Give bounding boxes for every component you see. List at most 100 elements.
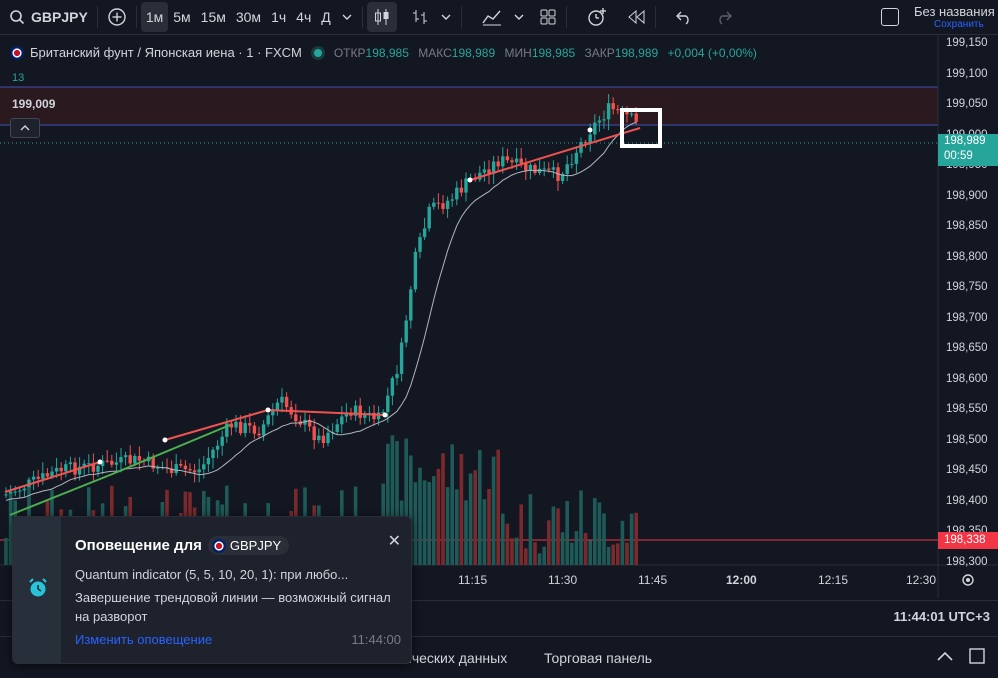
- candles-chart-type-button[interactable]: [366, 2, 397, 32]
- volume-bar: [4, 537, 8, 565]
- candle-body: [266, 415, 270, 425]
- volume-bar: [606, 546, 611, 565]
- fullscreen-panel-button[interactable]: [968, 647, 986, 668]
- timeframe-1m[interactable]: 1м: [140, 2, 169, 32]
- candle-body: [524, 163, 528, 171]
- volume-bar: [570, 542, 574, 565]
- volume-bar: [574, 531, 579, 565]
- layouts-button[interactable]: [534, 2, 562, 32]
- candle-body: [50, 471, 54, 477]
- price-label: 198,700: [946, 311, 988, 324]
- candle-body: [179, 464, 183, 466]
- compare-button[interactable]: [102, 2, 132, 32]
- candle-body: [386, 395, 390, 413]
- timeframe-1d[interactable]: Д: [316, 2, 335, 32]
- gbpjpy-flag-icon: [211, 538, 226, 553]
- candle-body: [114, 462, 119, 465]
- timeframe-5m[interactable]: 5м: [168, 2, 195, 32]
- candle-body: [413, 251, 418, 290]
- timeframe-4h[interactable]: 4ч: [291, 2, 316, 32]
- candle-body: [496, 161, 500, 167]
- candle-body: [450, 199, 454, 201]
- undo-button[interactable]: [670, 2, 698, 32]
- chart-settings-button[interactable]: [960, 572, 976, 593]
- volume-bar: [551, 506, 556, 565]
- layout-name: Без названия: [914, 4, 995, 19]
- volume-bar: [459, 454, 464, 565]
- candle-body: [105, 460, 109, 462]
- candle-body: [192, 470, 197, 473]
- expand-panel-button[interactable]: [936, 649, 954, 665]
- candle-body: [514, 158, 519, 163]
- volume-bar: [528, 494, 533, 565]
- tab-trading-panel[interactable]: Торговая панель: [544, 650, 652, 666]
- volume-bar: [588, 540, 592, 565]
- collapse-legend-button[interactable]: [10, 118, 40, 138]
- candle-body: [197, 469, 201, 473]
- layout-name-block[interactable]: Без названия Сохранить: [914, 4, 998, 30]
- close-icon[interactable]: ✕: [388, 531, 401, 551]
- notification-time: 11:44:00: [351, 632, 401, 647]
- candle-body: [54, 467, 59, 472]
- alert-notification[interactable]: Оповещение для GBPJPY ✕ Quantum indicato…: [12, 516, 412, 664]
- candle-body: [87, 463, 91, 465]
- timeframe-1h[interactable]: 1ч: [266, 2, 291, 32]
- volume-bar: [510, 538, 514, 565]
- indicators-dropdown[interactable]: [508, 2, 530, 32]
- search-icon: [10, 10, 25, 25]
- timeframe-dropdown[interactable]: [336, 2, 358, 32]
- pivot-point: [587, 127, 593, 133]
- candle-body: [294, 414, 298, 422]
- notification-title-text: Оповещение для: [75, 537, 202, 554]
- rewind-icon: [627, 9, 645, 25]
- time-label: 12:15: [818, 573, 849, 587]
- candle-body: [31, 476, 36, 480]
- volume-bar: [620, 520, 625, 565]
- tab-historical-data[interactable]: ических данных: [404, 650, 507, 666]
- candle-body: [583, 141, 588, 143]
- moving-average-line: [5, 121, 637, 501]
- symbol-chip[interactable]: GBPJPY: [207, 536, 290, 555]
- pivot-point: [97, 459, 103, 465]
- chevron-up-icon: [937, 651, 953, 661]
- timeframe-15m[interactable]: 15м: [196, 2, 231, 32]
- bar-chart-type-button[interactable]: [405, 2, 435, 32]
- replay-button[interactable]: [621, 2, 651, 32]
- candle-body: [533, 164, 537, 173]
- volume-bar: [436, 468, 441, 565]
- timeframe-30m[interactable]: 30м: [231, 2, 266, 32]
- candle-body: [312, 426, 316, 441]
- candle-body: [128, 455, 132, 464]
- edit-alert-link[interactable]: Изменить оповещение: [75, 632, 212, 647]
- candle-body: [123, 455, 128, 458]
- price-scale[interactable]: 199,150199,100199,050199,000198,950198,9…: [938, 35, 998, 575]
- pivot-point: [265, 407, 271, 413]
- candle-body: [611, 103, 615, 110]
- candle-body: [73, 462, 77, 475]
- candle-body: [119, 457, 123, 463]
- pivot-point: [382, 412, 388, 418]
- alarm-clock-icon: [29, 578, 47, 597]
- time-label: 11:45: [638, 573, 668, 587]
- indicators-button[interactable]: [476, 2, 508, 32]
- alert-price-tag: 198,338: [938, 532, 998, 549]
- layout-checkbox[interactable]: [876, 2, 904, 32]
- candle-body: [215, 445, 220, 450]
- legend-title[interactable]: Британский фунт / Японская иена · 1 · FX…: [30, 45, 302, 60]
- price-label: 198,900: [946, 189, 988, 202]
- symbol-search-button[interactable]: GBPJPY: [4, 2, 93, 32]
- gbpjpy-flag-icon: [10, 45, 24, 60]
- volume-bar: [487, 488, 491, 565]
- candle-countdown: 00:59: [944, 150, 973, 162]
- volume-bar: [501, 513, 505, 565]
- candle-body: [206, 458, 211, 465]
- clock-timezone[interactable]: 11:44:01 UTC+3: [894, 609, 990, 624]
- notification-condition: Quantum indicator (5, 5, 10, 20, 1): при…: [75, 567, 349, 582]
- candle-body: [252, 425, 257, 434]
- alert-button[interactable]: [581, 2, 613, 32]
- price-chart[interactable]: [0, 35, 998, 599]
- price-label: 198,800: [946, 250, 988, 263]
- chart-type-dropdown[interactable]: [435, 2, 457, 32]
- candle-body: [183, 465, 188, 470]
- redo-button[interactable]: [710, 2, 738, 32]
